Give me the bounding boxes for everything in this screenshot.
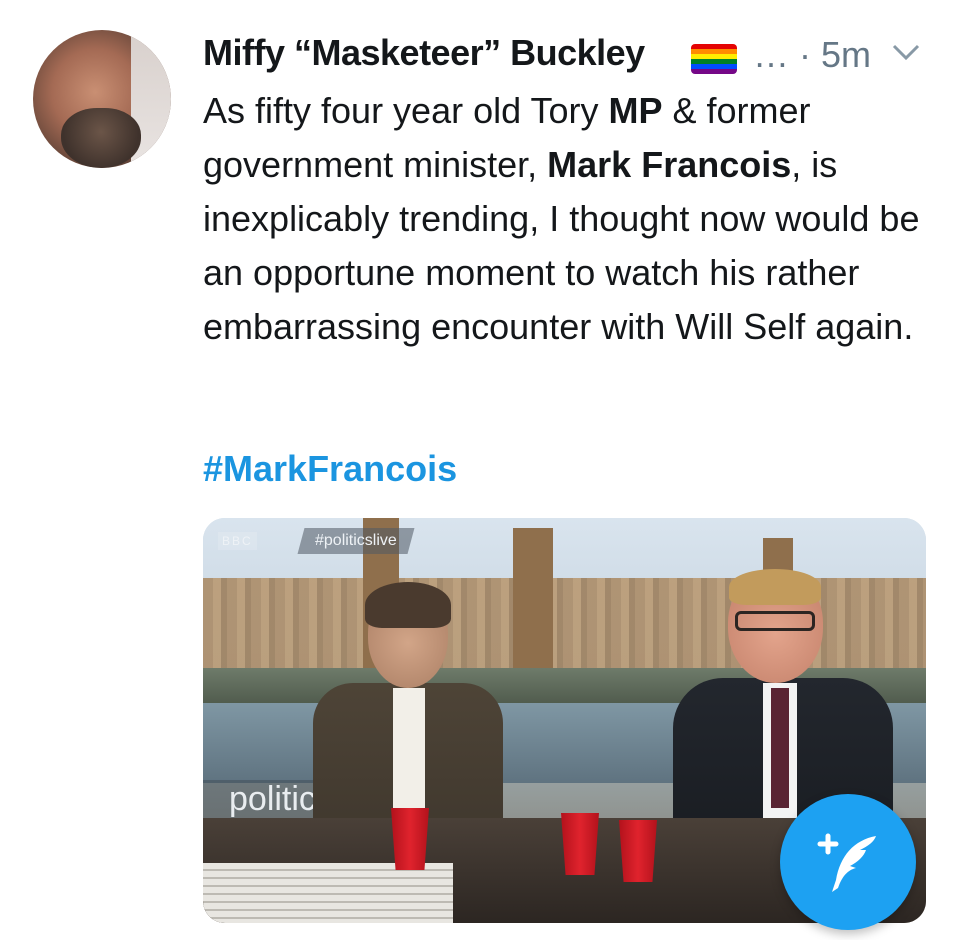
show-tag-text: #politicslive (315, 532, 397, 549)
avatar[interactable] (33, 30, 171, 168)
show-tag: #politicslive (297, 528, 415, 554)
bbc-logo: BBC (218, 532, 257, 550)
red-cup (391, 808, 429, 870)
compose-tweet-button[interactable] (780, 794, 916, 930)
tweet-header: Miffy “Masketeer” Buckley … · 5m (203, 28, 960, 80)
guest-left-hair (365, 582, 451, 628)
tweet-text-bold-name: Mark Francois (547, 144, 792, 185)
tweet-text: As fifty four year old Tory MP & former … (203, 84, 933, 354)
media-newspapers (203, 863, 453, 923)
rainbow-flag-icon (691, 44, 737, 74)
hashtag-link[interactable]: #MarkFrancois (203, 448, 457, 490)
handle-ellipsis: … (753, 34, 789, 75)
red-cup (619, 820, 657, 882)
timestamp[interactable]: 5m (821, 34, 871, 75)
guest-right-hair (729, 569, 821, 605)
compose-feather-plus-icon (817, 833, 876, 892)
avatar-beard (61, 108, 141, 168)
tweet-text-bold-mp: MP (608, 90, 663, 131)
chevron-down-icon[interactable] (891, 42, 921, 62)
meta-separator: · (799, 34, 812, 75)
red-cup (561, 813, 599, 875)
display-name[interactable]: Miffy “Masketeer” Buckley (203, 32, 645, 74)
lower-brand-text: politic (203, 780, 324, 819)
guest-right-glasses (735, 611, 815, 631)
tweet-text-part: As fifty four year old Tory (203, 90, 609, 131)
tweet-meta: … · 5m (753, 34, 871, 76)
guest-left-shirt (393, 688, 425, 808)
guest-right-tie (771, 688, 789, 808)
